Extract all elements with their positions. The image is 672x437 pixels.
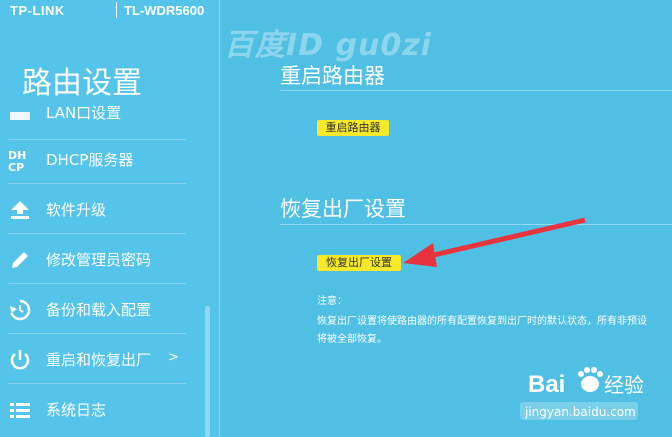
sidebar-item-label: 修改管理员密码 bbox=[46, 251, 152, 269]
sidebar-item-label: 系统日志 bbox=[46, 401, 107, 419]
restart-section-title: 重启路由器 bbox=[280, 64, 385, 88]
sidebar-item-label: 备份和载入配置 bbox=[46, 301, 152, 319]
sidebar-item-admin-password[interactable]: 修改管理员密码 bbox=[0, 234, 186, 284]
chevron-right-icon: > bbox=[168, 350, 179, 365]
sidebar-item-label: DHCP服务器 bbox=[46, 151, 134, 169]
note-line-1: 恢复出厂设置将使路由器的所有配置恢复到出厂时的默认状态，所有非预设 bbox=[317, 316, 647, 327]
sidebar-scrollbar[interactable] bbox=[205, 306, 210, 437]
baidu-jingyan-watermark: Bai 经验 jingyan.baidu.com bbox=[520, 362, 670, 432]
note-heading: 注意： bbox=[317, 296, 347, 307]
baidu-logo-text: Bai bbox=[528, 371, 565, 398]
pencil-icon bbox=[8, 248, 32, 272]
sidebar-item-label: 重启和恢复出厂 bbox=[46, 351, 152, 369]
sidebar-item-label: 软件升级 bbox=[46, 201, 107, 219]
brand-bar: TP-LINK TL-WDR5600 bbox=[0, 0, 219, 22]
baidu-id-watermark: 百度ID gu0zi bbox=[224, 28, 432, 63]
note-line-2: 将被全部恢复。 bbox=[317, 334, 387, 345]
svg-text:CP: CP bbox=[8, 161, 24, 174]
sidebar-border bbox=[219, 0, 220, 437]
brand-divider bbox=[116, 2, 117, 18]
sidebar-item-system-log[interactable]: 系统日志 bbox=[0, 384, 186, 434]
upload-icon bbox=[8, 198, 32, 222]
sidebar-item-lan[interactable]: LAN口设置 bbox=[0, 90, 186, 140]
paw-icon bbox=[578, 367, 603, 392]
baidu-jingyan-text: 经验 bbox=[604, 373, 644, 397]
dhcp-icon: DH CP bbox=[8, 148, 32, 174]
sidebar: TP-LINK TL-WDR5600 路由设置 LAN口设置 DH CP DHC… bbox=[0, 0, 219, 437]
restart-section-divider bbox=[280, 90, 672, 91]
annotation-arrow bbox=[403, 217, 586, 267]
history-icon bbox=[8, 298, 32, 322]
router-model: TL-WDR5600 bbox=[124, 3, 205, 18]
factory-reset-button[interactable]: 恢复出厂设置 bbox=[317, 255, 401, 271]
baidu-url: jingyan.baidu.com bbox=[524, 405, 636, 419]
factory-reset-section-title: 恢复出厂设置 bbox=[280, 197, 406, 221]
power-icon bbox=[8, 348, 32, 372]
sidebar-item-label: LAN口设置 bbox=[46, 104, 122, 122]
sidebar-item-backup[interactable]: 备份和载入配置 bbox=[0, 284, 186, 334]
list-icon bbox=[8, 398, 32, 422]
sidebar-item-firmware[interactable]: 软件升级 bbox=[0, 184, 186, 234]
tp-link-logo: TP-LINK bbox=[10, 3, 65, 18]
sidebar-item-reboot-reset[interactable]: 重启和恢复出厂 > bbox=[0, 334, 186, 384]
lan-icon bbox=[8, 108, 32, 132]
sidebar-item-dhcp[interactable]: DH CP DHCP服务器 bbox=[0, 134, 186, 184]
restart-router-button[interactable]: 重启路由器 bbox=[317, 120, 389, 136]
